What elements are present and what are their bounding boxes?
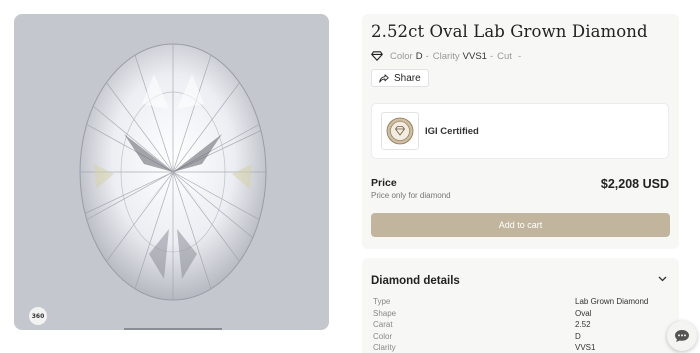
add-to-cart-button[interactable]: Add to cart (371, 213, 670, 237)
view-360-button[interactable]: 360 (29, 307, 47, 325)
spec-cut-label: Cut (497, 50, 512, 62)
details-value: D (575, 331, 581, 341)
details-value: 2.52 (575, 320, 591, 329)
price-note: Price only for diamond (371, 191, 451, 200)
product-info-panel: 2.52ct Oval Lab Grown Diamond Color D - … (362, 14, 679, 249)
chat-icon (675, 330, 689, 342)
product-title: 2.52ct Oval Lab Grown Diamond (371, 22, 648, 41)
spec-summary: Color D - Clarity VVS1 - Cut - (371, 50, 525, 62)
chevron-down-icon[interactable] (658, 276, 667, 282)
certificate-card[interactable]: IGI Certified (371, 103, 669, 159)
product-page: 360 2.52ct Oval Lab Grown Diamond Color … (0, 0, 700, 353)
details-title: Diamond details (371, 275, 460, 287)
details-row-shape: Shape Oval (373, 308, 673, 320)
spec-separator: - (489, 50, 494, 62)
details-key: Carat (373, 320, 393, 329)
diamond-image-viewer[interactable]: 360 (14, 14, 329, 330)
share-icon (379, 73, 389, 83)
details-value: Lab Grown Diamond (575, 297, 649, 306)
diamond-details-panel: Diamond details Type Lab Grown Diamond S… (362, 258, 679, 353)
details-row-carat: Carat 2.52 (373, 319, 673, 331)
share-button[interactable]: Share (371, 69, 429, 87)
details-value: VVS1 (575, 343, 596, 352)
price-label: Price (371, 177, 397, 189)
spec-clarity-label: Clarity (432, 50, 460, 62)
certificate-label: IGI Certified (425, 126, 479, 137)
details-table: Type Lab Grown Diamond Shape Oval Carat … (373, 296, 673, 353)
diamond-icon (371, 51, 383, 61)
chat-button[interactable] (667, 321, 697, 351)
spec-separator: - (517, 50, 522, 62)
details-key: Color (373, 331, 393, 341)
details-row-color: Color D (373, 331, 673, 343)
spec-clarity-value: VVS1 (462, 50, 487, 62)
spec-color-value: D (415, 50, 423, 62)
share-label: Share (394, 72, 421, 84)
details-row-type: Type Lab Grown Diamond (373, 296, 673, 308)
details-row-clarity: Clarity VVS1 (373, 342, 673, 353)
spec-separator: - (425, 50, 429, 62)
spec-color-label: Color (390, 50, 413, 62)
igi-seal-icon (381, 112, 419, 150)
details-value: Oval (575, 308, 592, 318)
details-key: Type (373, 297, 391, 306)
details-key: Clarity (373, 343, 396, 352)
price-value: $2,208 USD (600, 177, 669, 191)
details-key: Shape (373, 308, 397, 318)
diamond-image (79, 43, 267, 330)
